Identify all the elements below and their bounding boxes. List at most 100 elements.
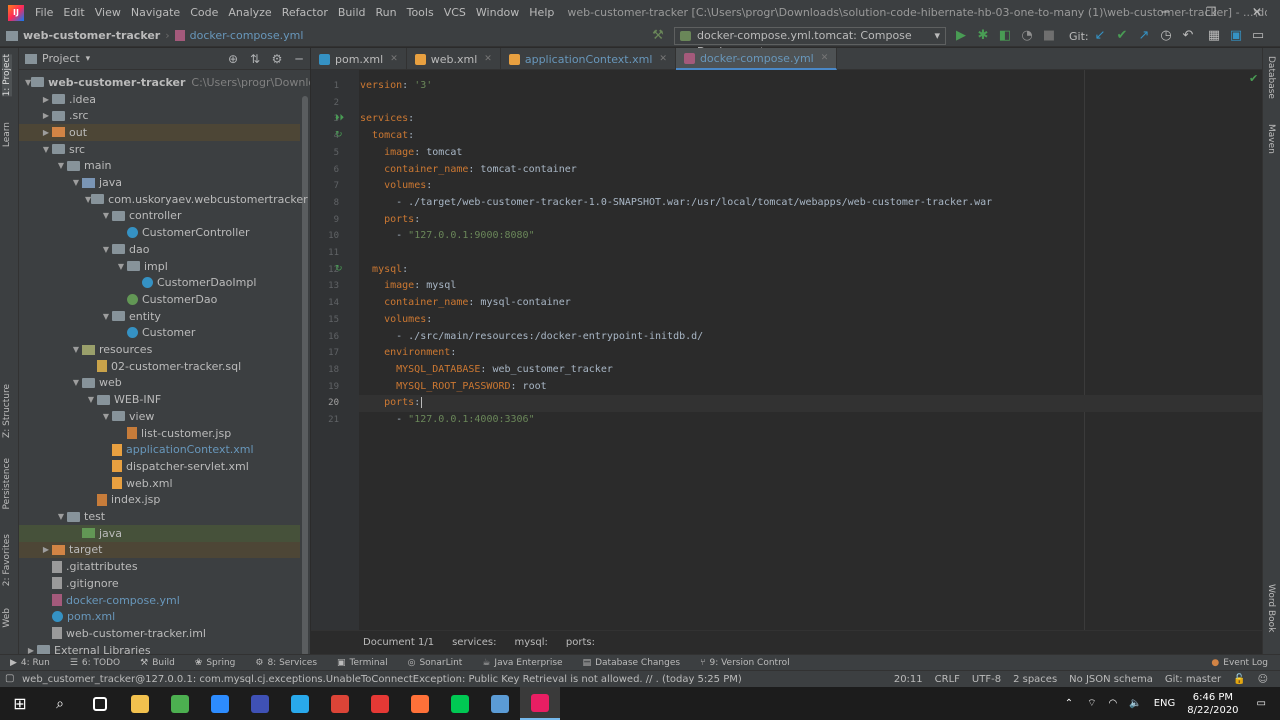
- tree-item[interactable]: ▼ main: [19, 158, 300, 175]
- tree-item[interactable]: ▼ resources: [19, 341, 300, 358]
- close-tab-icon[interactable]: ✕: [821, 53, 829, 63]
- inspection-ok-icon[interactable]: ✔: [1249, 72, 1258, 85]
- profile-icon[interactable]: ◔: [1019, 28, 1035, 44]
- tool-window-sonarlint[interactable]: ◎ SonarLint: [398, 658, 463, 668]
- locate-icon[interactable]: ⊕: [222, 52, 244, 66]
- expanded-arrow-icon[interactable]: ▼: [70, 345, 82, 354]
- tree-item[interactable]: docker-compose.yml: [19, 592, 300, 609]
- taskbar-app-button[interactable]: [320, 687, 360, 720]
- collapsed-arrow-icon[interactable]: ▶: [40, 545, 52, 554]
- stop-icon[interactable]: ■: [1041, 28, 1057, 44]
- clock[interactable]: 6:46 PM 8/22/2020: [1187, 691, 1238, 717]
- tool-window-8-services[interactable]: ⚙ 8: Services: [245, 658, 317, 668]
- run-configuration-select[interactable]: docker-compose.yml.tomcat: Compose Deplo…: [674, 27, 946, 58]
- tree-item[interactable]: ▼ impl: [19, 258, 300, 275]
- editor-breadcrumb-item[interactable]: services:: [452, 637, 496, 648]
- taskbar-app-button[interactable]: [360, 687, 400, 720]
- tree-item[interactable]: ▼ web: [19, 375, 300, 392]
- minimize-icon[interactable]: ─: [1142, 0, 1188, 25]
- tab-web-xml[interactable]: web.xml ✕: [407, 48, 501, 70]
- git-update-icon[interactable]: ↙: [1092, 28, 1108, 44]
- tree-item[interactable]: ▼ test: [19, 508, 300, 525]
- tree-item[interactable]: ▶ target: [19, 541, 300, 559]
- layout-icon[interactable]: ▭: [1250, 28, 1266, 44]
- tool-window-database-changes[interactable]: ▤ Database Changes: [573, 658, 680, 668]
- menu-tools[interactable]: Tools: [402, 6, 439, 19]
- expanded-arrow-icon[interactable]: ▼: [55, 512, 67, 521]
- expanded-arrow-icon[interactable]: ▼: [100, 245, 112, 254]
- hammer-icon[interactable]: ⚒: [650, 28, 666, 44]
- expanded-arrow-icon[interactable]: ▼: [115, 262, 127, 271]
- tree-item[interactable]: ▼ com.uskoryaev.webcustomertracker: [19, 191, 308, 208]
- network-icon[interactable]: ⌔: [1087, 697, 1096, 710]
- menu-window[interactable]: Window: [471, 6, 524, 19]
- tree-item[interactable]: applicationContext.xml: [19, 441, 300, 458]
- menu-run[interactable]: Run: [371, 6, 402, 19]
- tree-item[interactable]: java: [19, 524, 300, 542]
- tab-docker-compose-yml[interactable]: docker-compose.yml ✕: [675, 48, 838, 70]
- tool-structure[interactable]: Z: Structure: [2, 384, 12, 438]
- indent-setting[interactable]: 2 spaces: [1013, 674, 1057, 685]
- menu-analyze[interactable]: Analyze: [223, 6, 276, 19]
- tree-item[interactable]: .gitignore: [19, 575, 300, 592]
- expanded-arrow-icon[interactable]: ▼: [55, 161, 67, 170]
- history-icon[interactable]: ◷: [1158, 28, 1174, 44]
- expanded-arrow-icon[interactable]: ▼: [70, 378, 82, 387]
- close-tab-icon[interactable]: ✕: [390, 54, 398, 64]
- deploy-icon[interactable]: ↻: [335, 264, 343, 274]
- start-button[interactable]: ⊞: [0, 687, 40, 720]
- expanded-arrow-icon[interactable]: ▼: [40, 145, 52, 154]
- tool-web[interactable]: Web: [2, 608, 12, 628]
- tool-project[interactable]: 1: Project: [2, 54, 12, 97]
- rollback-icon[interactable]: ↶: [1180, 28, 1196, 44]
- tree-item[interactable]: CustomerController: [19, 224, 300, 241]
- tree-item[interactable]: 02-customer-tracker.sql: [19, 358, 300, 375]
- git-branch[interactable]: Git: master: [1165, 674, 1221, 685]
- taskbar-app-button[interactable]: [80, 687, 120, 720]
- tree-item[interactable]: ▼ WEB-INF: [19, 391, 300, 408]
- menu-help[interactable]: Help: [524, 6, 559, 19]
- tree-item[interactable]: ▼ src: [19, 141, 300, 158]
- tree-item[interactable]: ▼ dao: [19, 241, 300, 258]
- taskbar-app-button[interactable]: [400, 687, 440, 720]
- expanded-arrow-icon[interactable]: ▼: [85, 395, 97, 404]
- expanded-arrow-icon[interactable]: ▼: [100, 312, 112, 321]
- tool-window-terminal[interactable]: ▣ Terminal: [327, 658, 388, 668]
- close-icon[interactable]: ✕: [1234, 0, 1280, 25]
- tree-item[interactable]: ▶ .idea: [19, 91, 300, 108]
- translate-icon[interactable]: ▣: [1228, 28, 1244, 44]
- taskbar-app-button[interactable]: [440, 687, 480, 720]
- tool-window-6-todo[interactable]: ☰ 6: TODO: [60, 658, 120, 668]
- chevron-down-icon[interactable]: ▾: [86, 54, 91, 64]
- project-structure-icon[interactable]: ▦: [1206, 28, 1222, 44]
- menu-vcs[interactable]: VCS: [439, 6, 471, 19]
- tool-window-java-enterprise[interactable]: ☕ Java Enterprise: [472, 658, 562, 668]
- tree-item[interactable]: ▼ entity: [19, 308, 300, 325]
- json-schema[interactable]: No JSON schema: [1069, 674, 1153, 685]
- taskbar-app-button[interactable]: [240, 687, 280, 720]
- search-button[interactable]: ⌕: [40, 687, 80, 720]
- collapsed-arrow-icon[interactable]: ▶: [40, 111, 52, 120]
- volume-icon[interactable]: 🔈: [1129, 698, 1141, 709]
- tool-database[interactable]: Database: [1266, 56, 1276, 99]
- code-editor[interactable]: version: '3' services: tomcat: image: tom…: [359, 70, 1262, 630]
- notifications-icon[interactable]: ▭: [1257, 698, 1266, 709]
- tree-item[interactable]: ▶ External Libraries: [19, 642, 300, 654]
- event-log-button[interactable]: ● Event Log: [1211, 658, 1280, 668]
- restore-icon[interactable]: ❐: [1188, 0, 1234, 25]
- tool-favorites[interactable]: 2: Favorites: [2, 534, 12, 586]
- project-tree-scrollbar[interactable]: [302, 96, 308, 654]
- menu-view[interactable]: View: [90, 6, 126, 19]
- collapsed-arrow-icon[interactable]: ▶: [25, 646, 37, 654]
- hide-icon[interactable]: ─: [288, 52, 310, 66]
- breadcrumb-project[interactable]: web-customer-tracker: [23, 29, 160, 42]
- tree-item[interactable]: web.xml: [19, 475, 300, 492]
- close-tab-icon[interactable]: ✕: [484, 54, 492, 64]
- debug-icon[interactable]: ✱: [975, 28, 991, 44]
- tree-item[interactable]: ▶ out: [19, 124, 300, 141]
- deploy-icon[interactable]: ↻: [335, 130, 343, 140]
- tree-item[interactable]: ▼ java: [19, 174, 300, 191]
- taskbar-app-button[interactable]: [160, 687, 200, 720]
- taskbar-app-button[interactable]: [520, 687, 560, 720]
- language-indicator[interactable]: ENG: [1154, 698, 1176, 709]
